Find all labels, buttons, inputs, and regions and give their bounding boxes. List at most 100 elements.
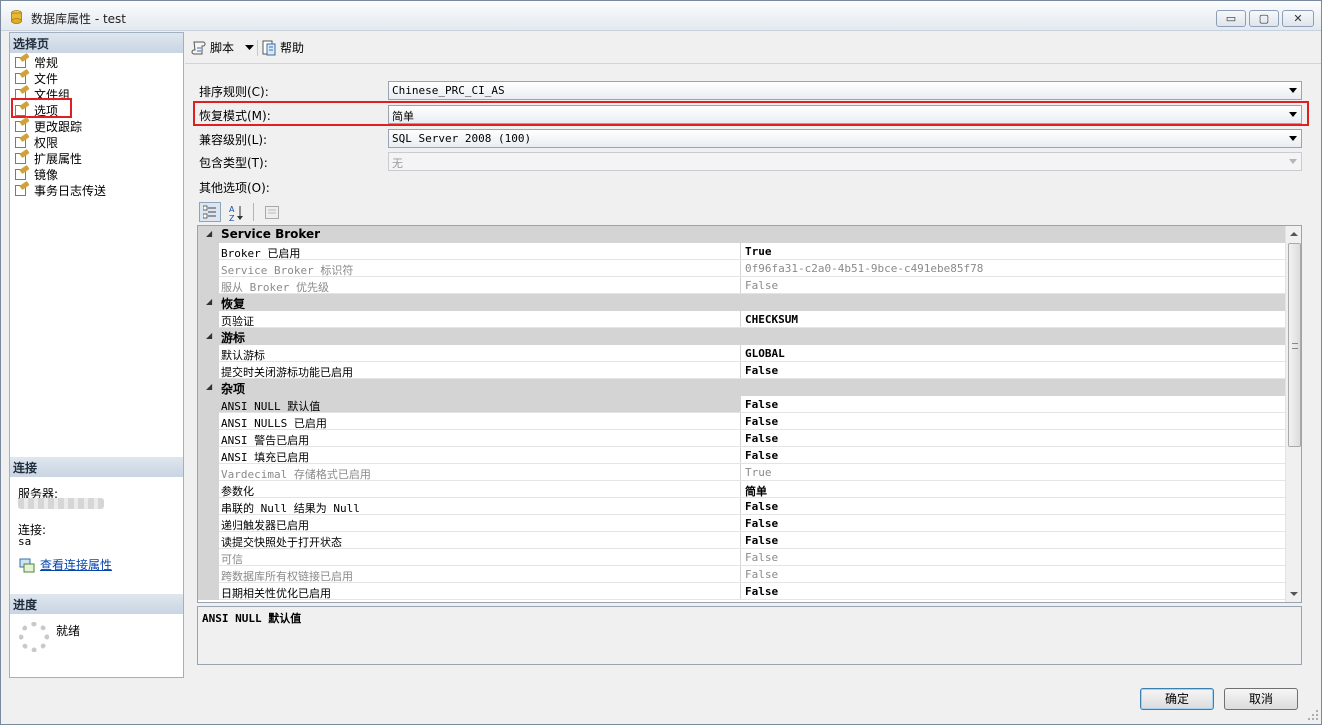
property-row[interactable]: 参数化 简单	[198, 481, 1285, 498]
property-value: False	[745, 449, 779, 462]
page-label: 镜像	[34, 167, 59, 182]
page-item-permissions[interactable]: 权限	[14, 132, 59, 150]
page-item-extended-properties[interactable]: 扩展属性	[14, 148, 82, 166]
collation-label: 排序规则(C):	[199, 85, 269, 99]
page-icon	[14, 132, 30, 149]
property-row-selected[interactable]: ANSI NULL 默认值 False	[198, 396, 1285, 413]
property-row[interactable]: 读提交快照处于打开状态 False	[198, 532, 1285, 549]
property-row[interactable]: ANSI 填充已启用 False	[198, 447, 1285, 464]
property-row[interactable]: 服从 Broker 优先级 False	[198, 277, 1285, 294]
page-label: 常规	[34, 55, 59, 70]
selected-page-highlight	[11, 98, 72, 118]
maximize-button[interactable]: ▢	[1249, 10, 1279, 27]
property-row[interactable]: 跨数据库所有权链接已启用 False	[198, 566, 1285, 583]
compat-level-value: SQL Server 2008 (100)	[392, 132, 532, 145]
svg-text:Z: Z	[229, 214, 235, 222]
property-value: True	[745, 466, 772, 479]
script-button[interactable]: 脚本	[191, 39, 234, 56]
close-button[interactable]: ✕	[1282, 10, 1314, 27]
database-properties-window: 数据库属性 - test ▭ ▢ ✕ 选择页 常规 文件 文件组 选项 更改跟踪	[0, 0, 1322, 725]
categorized-icon	[203, 205, 216, 219]
page-label: 权限	[34, 135, 59, 150]
page-label: 事务日志传送	[34, 183, 107, 198]
svg-text:A: A	[229, 205, 235, 214]
property-row[interactable]: ANSI NULLS 已启用 False	[198, 413, 1285, 430]
property-row[interactable]: Vardecimal 存储格式已启用 True	[198, 464, 1285, 481]
containment-type-select[interactable]: 无	[388, 152, 1302, 171]
scroll-up-icon[interactable]	[1290, 232, 1298, 236]
help-button[interactable]: 帮助	[261, 39, 304, 56]
minimize-button[interactable]: ▭	[1216, 10, 1246, 27]
chevron-down-icon	[1289, 136, 1297, 141]
page-item-general[interactable]: 常规	[14, 52, 59, 70]
property-value: False	[745, 551, 779, 564]
ok-button[interactable]: 确定	[1140, 688, 1214, 710]
scroll-down-icon[interactable]	[1290, 592, 1298, 596]
recovery-mode-label: 恢复模式(M):	[199, 109, 271, 123]
property-row[interactable]: Service Broker 标识符 0f96fa31-c2a0-4b51-9b…	[198, 260, 1285, 277]
view-connection-properties-link[interactable]: 查看连接属性	[40, 556, 112, 573]
property-grid-scrollbar[interactable]	[1285, 226, 1301, 602]
property-row[interactable]: 串联的 Null 结果为 Null False	[198, 498, 1285, 515]
page-label: 更改跟踪	[34, 119, 83, 134]
property-row[interactable]: 提交时关闭游标功能已启用 False	[198, 362, 1285, 379]
progress-status: 就绪	[56, 624, 81, 638]
property-value: False	[745, 432, 779, 445]
sort-alphabetical-icon: A Z	[229, 205, 243, 222]
compat-level-label: 兼容级别(L):	[199, 133, 268, 147]
other-options-label: 其他选项(O):	[199, 181, 270, 195]
alphabetical-button[interactable]: A Z	[225, 202, 247, 222]
chevron-down-icon	[1289, 112, 1297, 117]
property-value: False	[745, 398, 779, 411]
title-bar: 数据库属性 - test ▭ ▢ ✕	[1, 1, 1321, 31]
property-row[interactable]: Broker 已启用 True	[198, 243, 1285, 260]
page-item-log-shipping[interactable]: 事务日志传送	[14, 180, 107, 198]
property-value: False	[745, 585, 779, 598]
categorized-button[interactable]	[199, 202, 221, 222]
category-misc[interactable]: ◢ 杂项	[198, 379, 1285, 396]
connection-header: 连接	[10, 457, 183, 477]
page-icon	[14, 68, 30, 85]
property-row[interactable]: 页验证 CHECKSUM	[198, 311, 1285, 328]
property-row[interactable]: ANSI 警告已启用 False	[198, 430, 1285, 447]
category-service-broker[interactable]: ◢ Service Broker	[198, 226, 1285, 243]
page-icon	[14, 164, 30, 181]
property-description-panel: ANSI NULL 默认值	[197, 606, 1302, 665]
resize-grip-icon[interactable]	[1307, 709, 1319, 721]
category-recovery[interactable]: ◢ 恢复	[198, 294, 1285, 311]
collapse-triangle-icon[interactable]: ◢	[206, 382, 212, 391]
collapse-triangle-icon[interactable]: ◢	[206, 331, 212, 340]
page-label: 文件	[34, 71, 59, 86]
property-grid-toolbar: A Z	[199, 201, 282, 223]
cancel-button[interactable]: 取消	[1224, 688, 1298, 710]
recovery-mode-select[interactable]: 简单	[388, 105, 1302, 124]
property-row[interactable]: 可信 False	[198, 549, 1285, 566]
property-row[interactable]: 日期相关性优化已启用 False	[198, 583, 1285, 600]
script-dropdown-arrow-icon[interactable]	[245, 45, 254, 51]
left-pane: 选择页 常规 文件 文件组 选项 更改跟踪 权限 扩展属性 镜像 事务日志传送 …	[9, 32, 184, 678]
toolbar-separator	[257, 40, 258, 56]
property-value: False	[745, 568, 779, 581]
database-icon	[11, 10, 22, 24]
compat-level-select[interactable]: SQL Server 2008 (100)	[388, 129, 1302, 148]
property-pages-button[interactable]	[260, 202, 282, 222]
window-title: 数据库属性 - test	[31, 12, 127, 26]
maximize-icon: ▢	[1258, 12, 1270, 25]
collapse-triangle-icon[interactable]: ◢	[206, 229, 212, 238]
property-row[interactable]: 递归触发器已启用 False	[198, 515, 1285, 532]
connection-value: sa	[18, 535, 32, 548]
description-title: ANSI NULL 默认值	[202, 612, 302, 625]
help-icon	[262, 40, 276, 55]
property-row[interactable]: 默认游标 GLOBAL	[198, 345, 1285, 362]
page-icon	[14, 52, 30, 69]
page-item-change-tracking[interactable]: 更改跟踪	[14, 116, 83, 134]
page-item-mirroring[interactable]: 镜像	[14, 164, 59, 182]
collation-select[interactable]: Chinese_PRC_CI_AS	[388, 81, 1302, 100]
collapse-triangle-icon[interactable]: ◢	[206, 297, 212, 306]
property-value: False	[745, 415, 779, 428]
scrollbar-thumb[interactable]	[1288, 243, 1301, 447]
page-item-files[interactable]: 文件	[14, 68, 59, 86]
property-pages-icon	[265, 206, 279, 219]
category-cursor[interactable]: ◢ 游标	[198, 328, 1285, 345]
property-value: False	[745, 364, 779, 377]
